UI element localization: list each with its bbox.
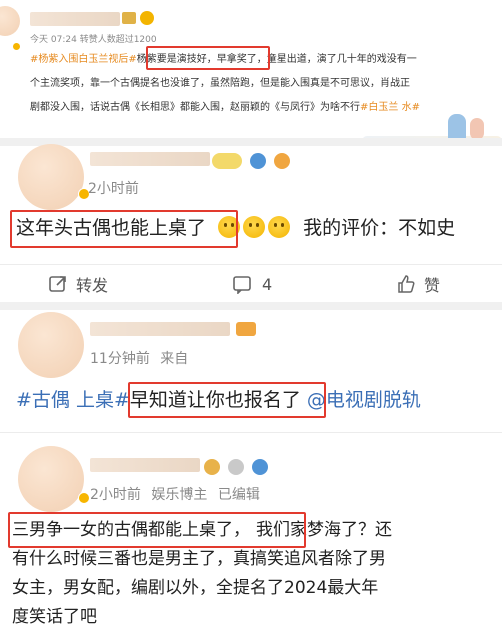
badge-star-icon <box>228 458 245 475</box>
post-avatar[interactable] <box>0 6 20 36</box>
comment-2-highlight-box <box>128 382 326 418</box>
smile-emoji-icon <box>243 216 266 238</box>
verified-badge-icon <box>12 42 21 51</box>
comment-1-highlight-box <box>10 210 238 248</box>
post-reads: 转赞人数超过1200 <box>79 35 157 45</box>
badge-bird-icon <box>274 152 291 169</box>
comment-3-time: 2小时前 <box>90 487 141 503</box>
section-divider <box>0 138 502 146</box>
comment-3-verified-icon <box>78 492 90 504</box>
comment-1-avatar[interactable] <box>18 144 84 210</box>
comment-3-text-line4: 度笑话了吧 <box>12 607 97 627</box>
comment-3-badges <box>204 456 271 475</box>
post-username-blurred[interactable] <box>30 12 120 26</box>
badge-fan-icon <box>212 152 242 169</box>
post-text-line1: ，童星出道，演了几十年的戏没有一 <box>256 54 417 65</box>
post-text-line3: 剧都没入围，话说古偶《长相思》都能入围，赵丽颖的《与凤行》为啥不行 <box>30 102 360 113</box>
comment-3-text-line2: 有什么时候三番也是男主了，真搞笑追风者除了男 <box>12 549 386 569</box>
comment-2-topic-tag[interactable]: #古偶 上桌# <box>16 389 130 411</box>
post-topic-tag[interactable]: #杨紫入围白玉兰视后# <box>30 54 137 65</box>
repost-label: 转发 <box>76 276 109 295</box>
comment-button[interactable]: 4 <box>232 272 272 296</box>
comment-icon <box>233 276 251 294</box>
comment-1-time: 2小时前 <box>88 181 139 197</box>
actions-divider <box>0 264 502 265</box>
section-divider <box>0 302 502 310</box>
section-divider <box>0 432 502 433</box>
smile-emoji-icon <box>268 216 291 238</box>
like-button[interactable]: 赞 <box>396 272 440 296</box>
crown-icon <box>122 12 136 24</box>
comment-2-time: 11分钟前 <box>90 351 150 367</box>
comment-3-avatar[interactable] <box>18 446 84 512</box>
comment-1-badges <box>212 150 293 169</box>
post-highlight-box <box>146 46 270 70</box>
thumbs-up-icon <box>398 275 415 293</box>
sticker-decoration <box>362 112 502 152</box>
comment-3-highlight-box <box>8 512 306 548</box>
post-text-line2: 个主流奖项，靠一个古偶提名也没谁了，虽然陪跑，但是能入围真是不可思议，肖战正 <box>30 78 410 89</box>
badge-globe-icon <box>252 458 269 475</box>
badge-globe-icon <box>250 152 267 169</box>
repost-button[interactable]: 转发 <box>48 272 108 296</box>
comment-3-text-line3: 女主，男女配，编剧以外，全提名了2024最大年 <box>12 578 379 598</box>
comment-3-edited: 已编辑 <box>217 487 260 503</box>
like-label: 赞 <box>424 276 441 295</box>
comment-count: 4 <box>262 274 273 294</box>
comment-2-badge-icon <box>236 322 256 336</box>
comment-2-username-blurred[interactable] <box>90 322 230 336</box>
comment-2-source[interactable]: 来自 <box>160 351 188 367</box>
post-date: 今天 07:24 <box>30 35 77 45</box>
comment-3-username-blurred[interactable] <box>90 458 200 472</box>
comment-3-role: 娱乐博主 <box>151 487 208 503</box>
comment-2-avatar[interactable] <box>18 312 84 378</box>
comment-1-tail-text: 我的评价：不如史 <box>303 217 456 239</box>
badge-medal-icon <box>204 458 220 475</box>
level-icon <box>140 11 154 25</box>
repost-icon <box>49 276 66 292</box>
comment-1-username-blurred[interactable] <box>90 152 210 166</box>
